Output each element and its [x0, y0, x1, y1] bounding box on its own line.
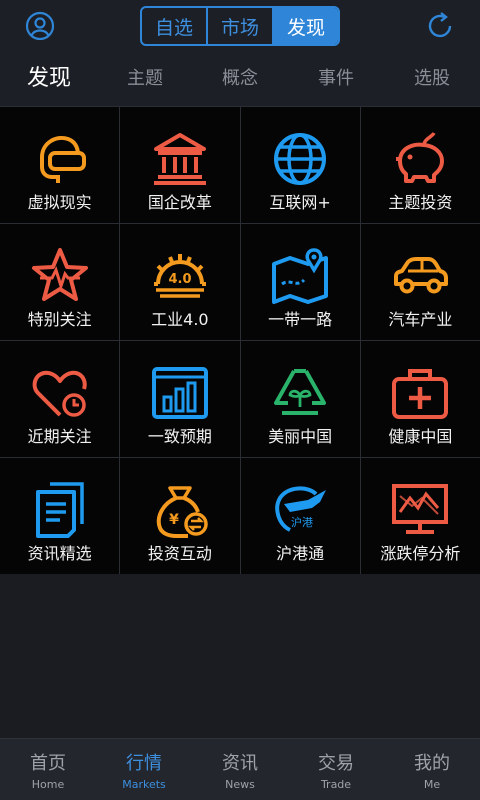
grid-item-soe-reform[interactable]: 国企改革 [120, 107, 240, 223]
recycle-leaf-icon [274, 369, 327, 415]
nav-news[interactable]: 资讯 News [192, 739, 288, 800]
nav-markets[interactable]: 行情 Markets [96, 739, 192, 800]
grid-item-belt-road[interactable]: 一带一路 [240, 224, 360, 340]
nav-label: 首页 [30, 752, 66, 774]
nav-label: 行情 [126, 752, 162, 774]
grid-item-recent-focus[interactable]: 近期关注 [0, 341, 120, 457]
grid-item-label: 沪港通 [276, 544, 325, 563]
grid-item-vr[interactable]: 虚拟现实 [0, 107, 120, 223]
grid-item-label: 虚拟现实 [27, 193, 92, 212]
industry-gear-icon: 4.0 [153, 254, 206, 298]
nav-label: 资讯 [222, 752, 258, 774]
grid-item-healthy-china[interactable]: 健康中国 [360, 341, 480, 457]
money-bag-exchange-icon: ¥ [156, 486, 208, 538]
tab-concept[interactable]: 概念 [205, 52, 275, 106]
grid-item-label: 互联网+ [269, 193, 331, 212]
segment-discover[interactable]: 发现 [274, 8, 338, 44]
grid-item-consensus[interactable]: 一致预期 [120, 341, 240, 457]
svg-text:沪港: 沪港 [291, 515, 313, 529]
grid-item-label: 工业4.0 [151, 310, 209, 329]
medical-kit-icon [392, 369, 449, 419]
nav-trade[interactable]: 交易 Trade [288, 739, 384, 800]
piggy-bank-icon [396, 131, 445, 183]
documents-icon [35, 482, 84, 538]
star-pulse-icon [31, 248, 88, 301]
grid-item-label: 主题投资 [388, 193, 453, 212]
grid-item-label: 国企改革 [147, 193, 212, 212]
nav-label: 我的 [414, 752, 450, 774]
nav-sublabel: Me [423, 777, 441, 791]
route-map-icon [272, 248, 329, 304]
nav-label: 交易 [318, 752, 354, 774]
grid-item-invest-interact[interactable]: ¥ 投资互动 [120, 458, 240, 574]
grid-item-internet-plus[interactable]: 互联网+ [240, 107, 360, 223]
globe-icon [274, 133, 327, 185]
grid-item-label: 资讯精选 [27, 544, 92, 563]
grid-item-label: 一带一路 [268, 310, 333, 329]
user-circle-icon[interactable] [24, 10, 56, 42]
grid-item-beautiful-china[interactable]: 美丽中国 [240, 341, 360, 457]
tab-discover[interactable]: 发现 [14, 52, 84, 106]
grid-item-auto-industry[interactable]: 汽车产业 [360, 224, 480, 340]
svg-text:4.0: 4.0 [168, 272, 191, 287]
bank-building-icon [153, 133, 206, 185]
nav-sublabel: Markets [122, 777, 166, 791]
tab-theme[interactable]: 主题 [110, 52, 180, 106]
car-icon [394, 257, 449, 294]
top-bar: 自选 市场 发现 [0, 0, 480, 52]
heart-clock-icon [32, 370, 87, 417]
bottom-nav: 首页 Home 行情 Markets 资讯 News 交易 Trade 我的 M… [0, 738, 480, 800]
grid-item-label: 投资互动 [147, 544, 212, 563]
tab-event[interactable]: 事件 [301, 52, 371, 106]
segment-watchlist[interactable]: 自选 [142, 8, 208, 44]
grid-item-limit-analysis[interactable]: 涨跌停分析 [360, 458, 480, 574]
grid-item-label: 特别关注 [27, 310, 92, 329]
bar-chart-news-icon [151, 367, 208, 419]
tab-stock-picker[interactable]: 选股 [397, 52, 467, 106]
svg-text:¥: ¥ [169, 512, 179, 528]
sub-tab-bar: 发现 主题 概念 事件 选股 [0, 52, 480, 106]
shanghai-hongkong-plane-icon: 沪港 [275, 486, 327, 532]
grid-item-theme-invest[interactable]: 主题投资 [360, 107, 480, 223]
segment-market[interactable]: 市场 [208, 8, 274, 44]
discover-grid: 虚拟现实 国企改革 互联网+ 主题投资 特别关注 4.0 工业4.0 一带一路 … [0, 106, 480, 574]
grid-item-label: 美丽中国 [268, 427, 333, 446]
grid-item-label: 汽车产业 [388, 310, 453, 329]
grid-item-hk-connect[interactable]: 沪港 沪港通 [240, 458, 360, 574]
view-segmented-control: 自选 市场 发现 [140, 6, 340, 46]
chart-monitor-icon [392, 484, 449, 534]
grid-item-label: 健康中国 [388, 427, 453, 446]
grid-item-label: 一致预期 [147, 427, 212, 446]
grid-item-special-focus[interactable]: 特别关注 [0, 224, 120, 340]
vr-headset-icon [39, 136, 86, 183]
grid-item-label: 涨跌停分析 [380, 544, 461, 563]
nav-sublabel: Home [31, 777, 65, 791]
refresh-icon[interactable] [424, 10, 456, 42]
grid-item-news-picks[interactable]: 资讯精选 [0, 458, 120, 574]
grid-item-label: 近期关注 [27, 427, 92, 446]
grid-item-industry-4[interactable]: 4.0 工业4.0 [120, 224, 240, 340]
nav-sublabel: News [225, 777, 255, 791]
nav-me[interactable]: 我的 Me [384, 739, 480, 800]
nav-sublabel: Trade [320, 777, 352, 791]
nav-home[interactable]: 首页 Home [0, 739, 96, 800]
